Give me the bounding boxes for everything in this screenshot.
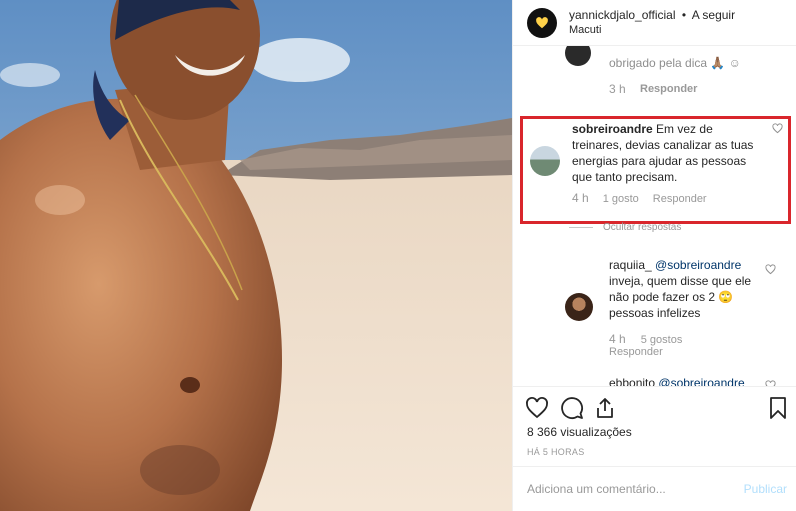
reply-username[interactable]: raquiia_	[609, 258, 652, 272]
hide-replies-line	[569, 227, 593, 228]
post-sidebar: yannickdjalo_official • A seguir Macuti …	[512, 0, 796, 511]
hide-replies-button[interactable]: Ocultar respostas	[569, 222, 681, 233]
comment-reply-button[interactable]: Responder	[653, 193, 707, 205]
reply-likes[interactable]: 5 gostos	[641, 334, 683, 346]
reply-body: raquiia_ @sobreiroandre inveja, quem dis…	[609, 257, 769, 321]
reply-text: inveja, quem disse que ele não pode faze…	[609, 274, 752, 320]
bookmark-icon[interactable]	[766, 396, 790, 420]
reply-like-heart-icon[interactable]	[765, 264, 776, 275]
comment-time: 4 h	[572, 191, 589, 205]
reply-avatar[interactable]	[565, 293, 593, 321]
post-video[interactable]	[0, 0, 512, 511]
reply-time: 4 h	[609, 332, 626, 346]
reply-reply-button[interactable]: Responder	[609, 346, 663, 358]
previous-comment-time: 3 h	[609, 82, 626, 96]
author-username[interactable]: yannickdjalo_official	[569, 8, 676, 22]
highlighted-comment: sobreiroandre Em vez de treinares, devia…	[520, 116, 791, 224]
previous-comment-avatar[interactable]	[565, 46, 591, 66]
reply-2-body: ebbonito @sobreiroandre	[609, 376, 745, 386]
previous-comment-text: obrigado pela dica 🙏🏽 ☺	[609, 56, 741, 70]
header-top-line: yannickdjalo_official • A seguir	[569, 8, 735, 23]
following-button[interactable]: A seguir	[692, 8, 735, 22]
comment-input[interactable]	[527, 482, 707, 496]
commenter-avatar[interactable]	[530, 146, 560, 176]
post-container: yannickdjalo_official • A seguir Macuti …	[0, 0, 796, 511]
views-count[interactable]: 8 366 visualizações	[527, 425, 632, 439]
comments-list[interactable]: obrigado pela dica 🙏🏽 ☺ 3 h Responder so…	[513, 46, 796, 386]
comment-meta: 4 h 1 gosto Responder	[572, 191, 721, 205]
comment-like-heart-icon[interactable]	[772, 123, 783, 134]
reply-2-mention[interactable]: @sobreiroandre	[658, 376, 744, 386]
comment-icon[interactable]	[560, 396, 584, 420]
reply-meta: 4 h 5 gostos	[609, 332, 682, 346]
post-time-ago[interactable]: HÁ 5 HORAS	[527, 447, 585, 457]
comment-body: sobreiroandre Em vez de treinares, devia…	[572, 121, 762, 185]
author-avatar[interactable]	[527, 7, 557, 38]
previous-comment-reply-button[interactable]: Responder	[640, 83, 697, 95]
header-text: yannickdjalo_official • A seguir Macuti	[569, 8, 735, 38]
publish-button[interactable]: Publicar	[744, 482, 787, 496]
black-heart-icon	[536, 16, 548, 28]
add-comment-bar: Publicar	[513, 466, 796, 511]
hide-replies-label: Ocultar respostas	[603, 222, 682, 233]
heart-icon[interactable]	[525, 396, 549, 420]
comment-likes[interactable]: 1 gosto	[603, 193, 639, 205]
commenter-username[interactable]: sobreiroandre	[572, 122, 653, 136]
post-location[interactable]: Macuti	[569, 23, 735, 38]
share-icon[interactable]	[593, 396, 617, 420]
video-frame	[0, 0, 512, 511]
reply-mention[interactable]: @sobreiroandre	[655, 258, 741, 272]
post-actions: 8 366 visualizações HÁ 5 HORAS	[513, 386, 796, 466]
post-header: yannickdjalo_official • A seguir Macuti	[513, 0, 796, 46]
reply-2-username[interactable]: ebbonito	[609, 376, 655, 386]
header-separator: •	[681, 7, 687, 22]
